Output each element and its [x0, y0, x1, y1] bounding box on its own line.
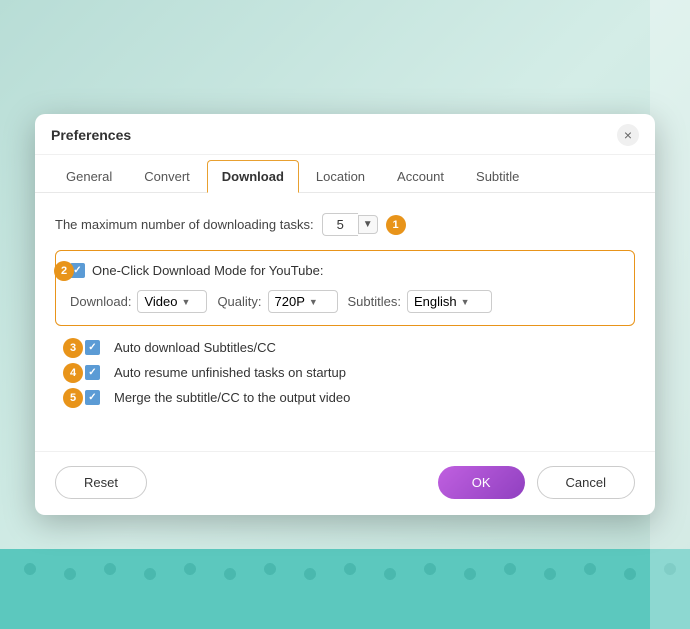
max-tasks-input[interactable] — [322, 213, 358, 236]
step-badge-3: 3 — [63, 338, 83, 358]
subtitles-value: English — [414, 294, 457, 309]
download-type-arrow: ▼ — [181, 297, 190, 307]
step-badge-4: 4 — [63, 363, 83, 383]
auto-resume-checkbox[interactable] — [85, 365, 100, 380]
subtitles-label: Subtitles: — [348, 294, 401, 309]
dialog-title: Preferences — [51, 127, 131, 143]
footer-right-buttons: OK Cancel — [438, 466, 635, 499]
download-label: Download: — [70, 294, 131, 309]
quality-value: 720P — [275, 294, 305, 309]
quality-select[interactable]: 720P ▼ — [268, 290, 338, 313]
step-badge-2: 2 — [54, 261, 74, 281]
download-type-select[interactable]: Video ▼ — [137, 290, 207, 313]
tab-subtitle[interactable]: Subtitle — [461, 160, 534, 193]
subtitles-group: Subtitles: English ▼ — [348, 290, 492, 313]
auto-resume-label: Auto resume unfinished tasks on startup — [114, 365, 346, 380]
max-tasks-dropdown-arrow[interactable]: ▼ — [358, 215, 378, 234]
cancel-button[interactable]: Cancel — [537, 466, 635, 499]
preferences-dialog: Preferences × General Convert Download L… — [35, 114, 655, 515]
auto-subtitles-label: Auto download Subtitles/CC — [114, 340, 276, 355]
subtitles-arrow: ▼ — [461, 297, 470, 307]
tab-bar: General Convert Download Location Accoun… — [35, 159, 655, 193]
tab-convert[interactable]: Convert — [129, 160, 205, 193]
tab-account[interactable]: Account — [382, 160, 459, 193]
dialog-footer: Reset OK Cancel — [35, 451, 655, 515]
option-4-row: 4 Auto resume unfinished tasks on startu… — [55, 365, 635, 380]
one-click-controls: Download: Video ▼ Quality: 720P ▼ Subtit… — [70, 290, 620, 313]
option-5-row: 5 Merge the subtitle/CC to the output vi… — [55, 390, 635, 405]
quality-label: Quality: — [217, 294, 261, 309]
right-panel-decoration — [650, 0, 690, 629]
one-click-box: 2 One-Click Download Mode for YouTube: D… — [55, 250, 635, 326]
one-click-header: One-Click Download Mode for YouTube: — [70, 263, 620, 278]
ok-button[interactable]: OK — [438, 466, 525, 499]
download-type-group: Download: Video ▼ — [70, 290, 207, 313]
auto-subtitles-checkbox[interactable] — [85, 340, 100, 355]
download-type-value: Video — [144, 294, 177, 309]
option-3-row: 3 Auto download Subtitles/CC — [55, 340, 635, 355]
tab-general[interactable]: General — [51, 160, 127, 193]
dialog-content: The maximum number of downloading tasks:… — [35, 193, 655, 431]
quality-arrow: ▼ — [309, 297, 318, 307]
dialog-titlebar: Preferences × — [35, 114, 655, 155]
subtitles-select[interactable]: English ▼ — [407, 290, 492, 313]
quality-group: Quality: 720P ▼ — [217, 290, 337, 313]
reset-button[interactable]: Reset — [55, 466, 147, 499]
step-badge-5: 5 — [63, 388, 83, 408]
merge-subtitle-checkbox[interactable] — [85, 390, 100, 405]
step-badge-1: 1 — [386, 215, 406, 235]
one-click-label: One-Click Download Mode for YouTube: — [92, 263, 323, 278]
max-tasks-row: The maximum number of downloading tasks:… — [55, 213, 635, 236]
close-button[interactable]: × — [617, 124, 639, 146]
max-tasks-label: The maximum number of downloading tasks: — [55, 217, 314, 232]
max-tasks-control: ▼ — [322, 213, 378, 236]
tab-location[interactable]: Location — [301, 160, 380, 193]
merge-subtitle-label: Merge the subtitle/CC to the output vide… — [114, 390, 350, 405]
tab-download[interactable]: Download — [207, 160, 299, 193]
balls-decoration — [0, 549, 690, 629]
